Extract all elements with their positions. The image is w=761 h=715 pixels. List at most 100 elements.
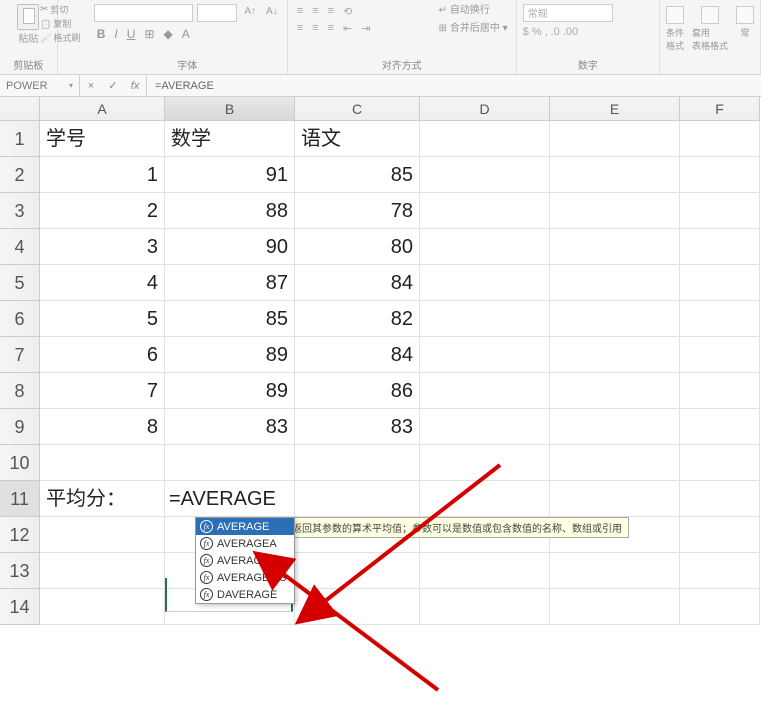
- font-name-select[interactable]: [94, 4, 194, 22]
- cell-E9[interactable]: [550, 409, 680, 445]
- cell-C14[interactable]: [295, 589, 420, 625]
- cell-E3[interactable]: [550, 193, 680, 229]
- cell-B7[interactable]: 89: [165, 337, 295, 373]
- row-header-8[interactable]: 8: [0, 373, 40, 409]
- row-header-4[interactable]: 4: [0, 229, 40, 265]
- cell-F10[interactable]: [680, 445, 760, 481]
- increase-font-button[interactable]: A↑: [241, 4, 259, 22]
- cell-D13[interactable]: [420, 553, 550, 589]
- cell-B4[interactable]: 90: [165, 229, 295, 265]
- cell-B6[interactable]: 85: [165, 301, 295, 337]
- cell-E14[interactable]: [550, 589, 680, 625]
- indent-decrease-button[interactable]: ⇤: [340, 21, 355, 36]
- cell-E13[interactable]: [550, 553, 680, 589]
- select-all-corner[interactable]: [0, 97, 40, 121]
- autocomplete-item-averagea[interactable]: fxAVERAGEA: [196, 535, 294, 552]
- cell-F13[interactable]: [680, 553, 760, 589]
- cell-E4[interactable]: [550, 229, 680, 265]
- comma-button[interactable]: ,: [545, 26, 548, 38]
- bold-button[interactable]: B: [94, 26, 109, 42]
- cell-A2[interactable]: 1: [40, 157, 165, 193]
- number-format-select[interactable]: 常规: [523, 4, 613, 22]
- cell-D10[interactable]: [420, 445, 550, 481]
- cell-B2[interactable]: 91: [165, 157, 295, 193]
- cell-D3[interactable]: [420, 193, 550, 229]
- align-bottom-button[interactable]: ≡: [325, 4, 337, 19]
- cell-D9[interactable]: [420, 409, 550, 445]
- column-header-C[interactable]: C: [295, 97, 420, 121]
- cell-E1[interactable]: [550, 121, 680, 157]
- cell-A11[interactable]: 平均分：: [40, 481, 165, 517]
- align-right-button[interactable]: ≡: [325, 21, 337, 36]
- cell-E10[interactable]: [550, 445, 680, 481]
- cell-A6[interactable]: 5: [40, 301, 165, 337]
- cell-A7[interactable]: 6: [40, 337, 165, 373]
- font-size-select[interactable]: [197, 4, 237, 22]
- column-header-E[interactable]: E: [550, 97, 680, 121]
- cell-E2[interactable]: [550, 157, 680, 193]
- row-header-9[interactable]: 9: [0, 409, 40, 445]
- cell-C10[interactable]: [295, 445, 420, 481]
- cell-C9[interactable]: 83: [295, 409, 420, 445]
- name-box[interactable]: POWER: [0, 75, 80, 96]
- cell-C4[interactable]: 80: [295, 229, 420, 265]
- row-header-11[interactable]: 11: [0, 481, 40, 517]
- row-header-1[interactable]: 1: [0, 121, 40, 157]
- currency-button[interactable]: $: [523, 26, 529, 38]
- decrease-font-button[interactable]: A↓: [263, 4, 281, 22]
- cell-B3[interactable]: 88: [165, 193, 295, 229]
- cell-F6[interactable]: [680, 301, 760, 337]
- row-header-5[interactable]: 5: [0, 265, 40, 301]
- cell-A10[interactable]: [40, 445, 165, 481]
- italic-button[interactable]: I: [111, 26, 120, 42]
- cell-F11[interactable]: [680, 481, 760, 517]
- cell-C3[interactable]: 78: [295, 193, 420, 229]
- cell-E7[interactable]: [550, 337, 680, 373]
- cell-D6[interactable]: [420, 301, 550, 337]
- cell-A13[interactable]: [40, 553, 165, 589]
- cell-F1[interactable]: [680, 121, 760, 157]
- cell-E8[interactable]: [550, 373, 680, 409]
- confirm-formula-button[interactable]: ✓: [102, 75, 124, 97]
- cell-A3[interactable]: 2: [40, 193, 165, 229]
- underline-button[interactable]: U: [124, 26, 139, 42]
- align-left-button[interactable]: ≡: [294, 21, 306, 36]
- table-format-button[interactable]: 套用 表格格式: [692, 6, 728, 52]
- cell-grid[interactable]: 学号数学语文1918528878390804878458582689847898…: [40, 121, 760, 625]
- row-header-14[interactable]: 14: [0, 589, 40, 625]
- autocomplete-item-daverage[interactable]: fxDAVERAGE: [196, 586, 294, 603]
- row-header-6[interactable]: 6: [0, 301, 40, 337]
- cell-F7[interactable]: [680, 337, 760, 373]
- orientation-button[interactable]: ⟲: [340, 4, 355, 19]
- cell-C5[interactable]: 84: [295, 265, 420, 301]
- cell-F14[interactable]: [680, 589, 760, 625]
- increase-decimal-button[interactable]: .0: [551, 26, 560, 38]
- cell-style-button[interactable]: 常: [736, 6, 754, 52]
- cell-C8[interactable]: 86: [295, 373, 420, 409]
- cell-B5[interactable]: 87: [165, 265, 295, 301]
- cell-D14[interactable]: [420, 589, 550, 625]
- wrap-text-button[interactable]: ↵ 自动换行: [439, 2, 508, 20]
- format-painter-button[interactable]: 格式刷: [40, 31, 80, 45]
- cell-A12[interactable]: [40, 517, 165, 553]
- fx-button[interactable]: fx: [124, 75, 146, 97]
- cell-D8[interactable]: [420, 373, 550, 409]
- column-header-F[interactable]: F: [680, 97, 760, 121]
- row-header-10[interactable]: 10: [0, 445, 40, 481]
- row-header-3[interactable]: 3: [0, 193, 40, 229]
- align-top-button[interactable]: ≡: [294, 4, 306, 19]
- border-button[interactable]: ⊞: [141, 26, 157, 42]
- column-header-B[interactable]: B: [165, 97, 295, 121]
- cell-B9[interactable]: 83: [165, 409, 295, 445]
- cell-B1[interactable]: 数学: [165, 121, 295, 157]
- fill-color-button[interactable]: ◆: [160, 26, 175, 42]
- percent-button[interactable]: %: [532, 26, 542, 38]
- cell-F4[interactable]: [680, 229, 760, 265]
- cell-D2[interactable]: [420, 157, 550, 193]
- row-header-7[interactable]: 7: [0, 337, 40, 373]
- cell-F9[interactable]: [680, 409, 760, 445]
- conditional-format-button[interactable]: 条件格式: [666, 6, 684, 52]
- cell-F3[interactable]: [680, 193, 760, 229]
- merge-center-button[interactable]: ⊞ 合并后居中 ▾: [439, 20, 508, 38]
- cell-F5[interactable]: [680, 265, 760, 301]
